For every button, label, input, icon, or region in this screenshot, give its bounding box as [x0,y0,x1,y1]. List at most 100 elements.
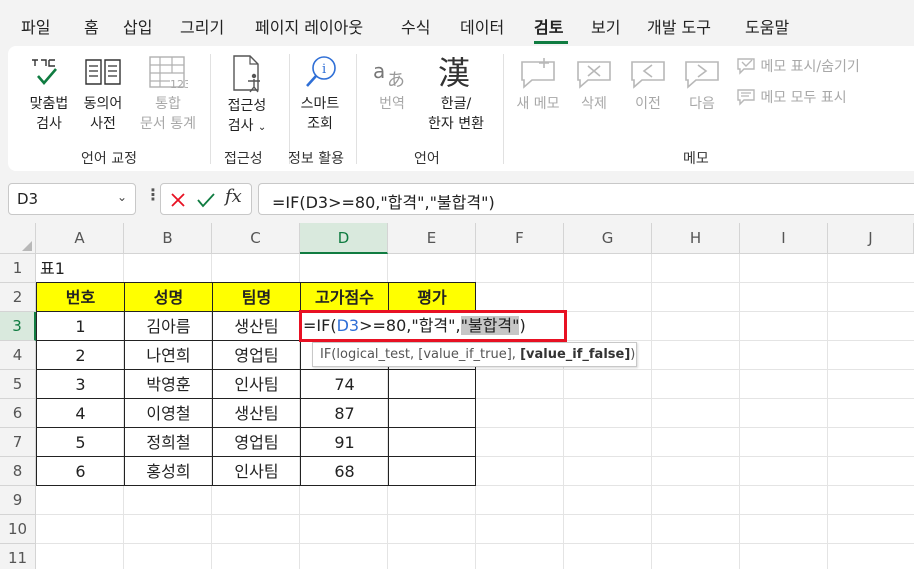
cell-e7[interactable] [388,427,476,457]
cell-c4[interactable]: 영업팀 [212,340,301,370]
smart-lookup-label-1: 스마트 [300,96,340,112]
column-header-j[interactable]: J [828,223,914,254]
show-hide-memo-button[interactable]: 메모 표시/숨기기 [736,56,860,76]
chevron-down-icon: ⌄ [257,122,267,133]
cell-c5[interactable]: 인사팀 [212,369,301,399]
column-header-b[interactable]: B [124,223,212,254]
cell-a3[interactable]: 1 [36,311,125,341]
column-header-i[interactable]: I [740,223,828,254]
hanja-label-2: 한자 변환 [428,116,484,132]
cell-a7[interactable]: 5 [36,427,125,457]
svg-text:i: i [322,62,326,77]
cell-a6[interactable]: 4 [36,398,125,428]
cell-d8[interactable]: 68 [300,456,389,486]
tooltip-text-part2: ) [630,347,636,362]
tab-review[interactable]: 검토 [534,14,563,38]
thesaurus-label-1: 동의어 [83,96,123,112]
cell-c8[interactable]: 인사팀 [212,456,301,486]
select-all-corner[interactable] [0,223,36,254]
tab-data[interactable]: 데이터 [460,14,504,38]
cell-d2-header[interactable]: 고가점수 [300,282,389,312]
cell-e2-header[interactable]: 평가 [388,282,476,312]
cell-c6[interactable]: 생산팀 [212,398,301,428]
cell-b5[interactable]: 박영훈 [124,369,213,399]
cell-a8[interactable]: 6 [36,456,125,486]
show-all-memo-label: 메모 모두 표시 [760,90,847,106]
cell-a2-header[interactable]: 번호 [36,282,125,312]
row-header-1[interactable]: 1 [0,254,36,283]
accessibility-label-1: 접근성 [227,98,267,114]
row-header-7[interactable]: 7 [0,428,36,457]
spelling-label-1: 맞춤법 [29,96,69,112]
cell-d7[interactable]: 91 [300,427,389,457]
cell-b7[interactable]: 정희철 [124,427,213,457]
cell-b4[interactable]: 나연희 [124,340,213,370]
cell-b8[interactable]: 홍성희 [124,456,213,486]
column-header-g[interactable]: G [564,223,652,254]
cell-c2-header[interactable]: 팀명 [212,282,301,312]
column-header-a[interactable]: A [36,223,124,254]
cell-e8[interactable] [388,456,476,486]
cell-c3[interactable]: 생산팀 [212,311,301,341]
show-all-memo-button[interactable]: 메모 모두 표시 [736,87,847,107]
column-header-c[interactable]: C [212,223,300,254]
cancel-icon[interactable] [169,191,187,209]
column-header-h[interactable]: H [652,223,740,254]
column-header-e[interactable]: E [388,223,476,254]
smart-lookup-label-2: 조회 [307,116,333,132]
cell-b3[interactable]: 김아름 [124,311,213,341]
cell-c7[interactable]: 영업팀 [212,427,301,457]
tab-page-layout[interactable]: 페이지 레이아웃 [255,14,363,38]
group-memo-label: 메모 [683,151,709,167]
row-header-2[interactable]: 2 [0,283,36,312]
enter-check-icon[interactable] [196,191,216,209]
row-header-9[interactable]: 9 [0,486,36,515]
tab-draw[interactable]: 그리기 [180,14,224,38]
tab-insert[interactable]: 삽입 [123,14,152,38]
edit-text-part3: ) [519,316,526,335]
tab-developer[interactable]: 개발 도구 [647,14,711,38]
edit-selected-text: "불합격" [460,316,520,335]
tooltip-text-part1[interactable]: IF(logical_test, [value_if_true], [320,347,520,362]
cell-e6[interactable] [388,398,476,428]
tooltip-active-argument[interactable]: [value_if_false] [520,347,630,362]
cell-b6[interactable]: 이영철 [124,398,213,428]
row-header-11[interactable]: 11 [0,544,36,569]
row-header-5[interactable]: 5 [0,370,36,399]
chevron-down-icon[interactable]: ⌄ [117,190,127,204]
group-proofing-label: 언어 교정 [81,151,137,167]
cell-b2-header[interactable]: 성명 [124,282,213,312]
function-argument-tooltip: IF(logical_test, [value_if_true], [value… [312,342,637,367]
tab-view[interactable]: 보기 [591,14,620,38]
name-box[interactable]: D3 ⌄ [8,183,136,215]
svg-text:a: a [373,59,385,83]
tab-file[interactable]: 파일 [21,14,50,38]
insert-function-icon[interactable]: fx [225,186,242,207]
tab-formulas[interactable]: 수식 [401,14,430,38]
cell-a4[interactable]: 2 [36,340,125,370]
ribbon-separator [503,54,504,164]
svg-text:123: 123 [170,78,188,91]
row-header-3[interactable]: 3 [0,312,36,341]
cell-a1[interactable]: 표1 [38,254,122,283]
tab-home[interactable]: 홈 [84,14,99,38]
row-header-4[interactable]: 4 [0,341,36,370]
cell-d3-editor[interactable]: =IF(D3>=80,"합격","불합격") [299,310,567,342]
row-header-8[interactable]: 8 [0,457,36,486]
cell-d6[interactable]: 87 [300,398,389,428]
hanja-label-1: 한글/ [440,96,472,112]
column-header-d[interactable]: D [300,223,388,254]
tab-help[interactable]: 도움말 [745,14,789,38]
cell-d5[interactable]: 74 [300,369,389,399]
cell-a5[interactable]: 3 [36,369,125,399]
formula-input[interactable]: =IF(D3>=80,"합격","불합격") [258,183,914,215]
row-header-6[interactable]: 6 [0,399,36,428]
accessibility-label-2-text: 검사 [227,118,254,134]
previous-memo-icon [631,61,665,89]
row-header-10[interactable]: 10 [0,515,36,544]
worksheet-grid: A B C D E F G H I J 1 2 3 4 5 6 7 8 9 10… [0,223,914,569]
column-header-f[interactable]: F [476,223,564,254]
gridline [651,254,652,569]
more-options-icon[interactable]: ⋮ [145,185,161,204]
cell-e5[interactable] [388,369,476,399]
